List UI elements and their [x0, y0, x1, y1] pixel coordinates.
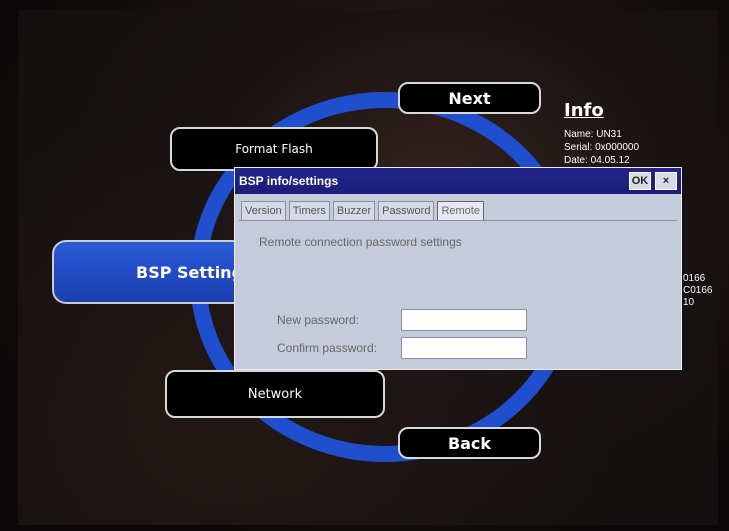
next-button[interactable]: Next — [398, 82, 541, 114]
tab-buzzer[interactable]: Buzzer — [332, 201, 376, 220]
tab-timers[interactable]: Timers — [288, 201, 330, 220]
bsp-settings-button[interactable]: BSP Setting — [52, 240, 252, 304]
close-icon[interactable]: × — [655, 172, 677, 190]
dialog-title: BSP info/settings — [239, 174, 339, 188]
ok-button[interactable]: OK — [629, 172, 651, 190]
new-password-field[interactable] — [401, 309, 527, 331]
remote-heading: Remote connection password settings — [259, 235, 462, 249]
tab-panel-border — [239, 220, 677, 221]
info-value: 0166 — [683, 273, 706, 284]
tab-password[interactable]: Password — [378, 201, 435, 220]
info-name: Name: UN31 — [564, 129, 622, 140]
confirm-password-field[interactable] — [401, 337, 527, 359]
network-button[interactable]: Network — [165, 370, 385, 418]
dialog-titlebar: BSP info/settings — [235, 168, 681, 194]
info-title: Info — [564, 100, 604, 121]
new-password-label: New password: — [277, 313, 360, 327]
bsp-settings-dialog: BSP info/settings OK × Version Timers Bu… — [234, 167, 682, 370]
tab-strip: Version Timers Buzzer Password Remote — [241, 201, 484, 220]
info-serial: Serial: 0x000000 — [564, 142, 640, 153]
format-flash-button[interactable]: Format Flash — [170, 127, 378, 171]
info-date: Date: 04.05.12 — [564, 155, 630, 166]
tab-version[interactable]: Version — [241, 201, 286, 220]
info-value: 10 — [683, 297, 695, 308]
back-button[interactable]: Back — [398, 427, 541, 459]
confirm-password-label: Confirm password: — [277, 341, 378, 355]
bsp-settings-label: BSP Setting — [136, 262, 244, 282]
tab-remote[interactable]: Remote — [437, 201, 484, 220]
info-value: C0166 — [683, 285, 713, 296]
